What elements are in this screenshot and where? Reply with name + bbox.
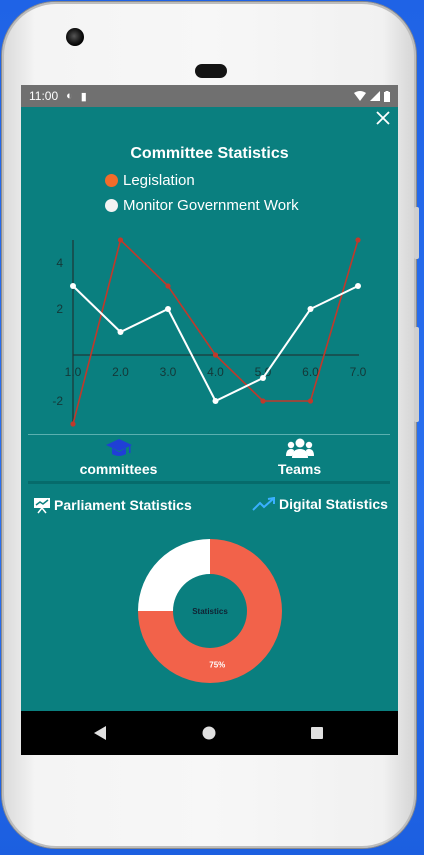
data-point [260,375,266,381]
data-point [212,398,219,404]
donut-center-label: Statistics [192,607,228,616]
recents-icon[interactable] [307,723,327,743]
status-time: 11:00 [29,89,59,103]
donut-slice [138,539,210,611]
status-right-icons [354,90,390,102]
donut-chart: 75% Statistics [138,539,282,683]
digital-statistics-link[interactable]: Digital Statistics [252,496,388,512]
tab-teams-label: Teams [277,461,322,477]
data-point [165,306,171,312]
data-point [165,283,171,289]
sd-card-icon: ▮ [80,90,87,103]
data-point [117,329,124,335]
trending-up-icon [252,497,275,511]
series-line [72,238,359,425]
app-screen: 11:00 ◐ ▮ Committee Statistics Legislati… [21,85,398,755]
notification-icon: ◐ [66,90,73,102]
graduation-cap-icon [105,439,132,456]
x-tick-label: 3.0 [160,365,177,379]
y-tick-label: 2 [56,302,63,316]
data-point [355,237,361,243]
data-point [70,421,76,427]
signal-icon [370,91,380,101]
wifi-icon [354,91,366,101]
front-camera [66,28,84,46]
battery-icon [384,90,390,102]
tab-teams[interactable]: Teams [209,435,390,481]
tab-bar: committees Teams [28,434,390,484]
y-tick-label: 4 [56,256,63,270]
y-tick-label: -2 [52,394,63,408]
legend-dot-monitor [105,199,118,212]
chart-title: Committee Statistics [130,145,289,162]
data-point [260,398,266,404]
x-tick-label: 7.0 [350,365,367,379]
group-icon [285,438,314,458]
legend-dot-legislation [105,174,118,187]
legend-label-monitor: Monitor Government Work [123,197,299,214]
status-bar: 11:00 ◐ ▮ [21,85,398,107]
data-point [355,283,361,289]
x-tick-label: 4.0 [207,365,224,379]
data-point [307,306,314,312]
legend-label-legislation: Legislation [123,172,195,189]
parliament-statistics-label: Parliament Statistics [54,497,192,513]
presentation-chart-icon [34,498,50,514]
tab-committees[interactable]: committees [28,435,209,481]
home-icon[interactable] [199,723,219,743]
close-button[interactable] [372,109,394,131]
legend-item-legislation: Legislation [105,172,195,189]
parliament-statistics-link[interactable]: Parliament Statistics [33,496,192,514]
tab-committees-label: committees [79,461,158,477]
data-point [70,283,76,289]
power-button [414,207,419,259]
close-icon [376,111,390,125]
legend-item-monitor: Monitor Government Work [105,197,299,214]
x-tick-label: 1.0 [65,365,82,379]
digital-statistics-label: Digital Statistics [279,496,388,512]
data-point [212,352,219,358]
data-point [307,398,314,404]
x-tick-label: 6.0 [302,365,319,379]
earpiece-speaker [195,64,227,78]
line-chart: 42-21.0 2.0 3.0 4.0 5.0 6.0 7.0 [52,237,367,427]
data-point [117,237,124,243]
donut-slice-label: 75% [209,661,225,670]
back-icon[interactable] [91,723,111,743]
volume-button [414,327,419,422]
navigation-bar [21,711,398,755]
x-tick-label: 2.0 [112,365,129,379]
